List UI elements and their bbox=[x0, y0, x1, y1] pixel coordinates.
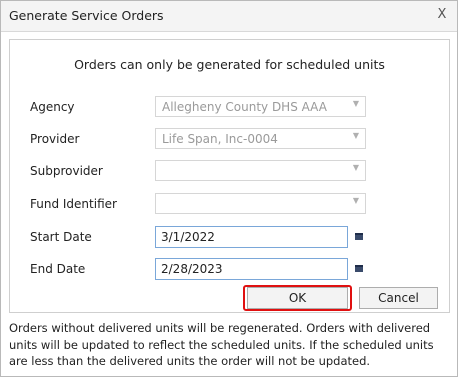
calendar-icon bbox=[354, 233, 363, 240]
agency-label: Agency bbox=[30, 100, 75, 114]
subprovider-select[interactable]: ▼ bbox=[155, 160, 366, 181]
start-date-calendar-button[interactable] bbox=[349, 226, 368, 248]
regeneration-info-text: Orders without delivered units will be r… bbox=[9, 321, 434, 368]
chevron-down-icon: ▼ bbox=[352, 131, 359, 140]
agency-value: Allegheny County DHS AAA bbox=[162, 100, 327, 114]
provider-select[interactable]: Life Span, Inc-0004 ▼ bbox=[155, 128, 366, 149]
calendar-icon bbox=[354, 265, 363, 272]
end-date-input[interactable]: 2/28/2023 bbox=[155, 258, 348, 280]
start-date-value: 3/1/2022 bbox=[161, 230, 215, 244]
cancel-button[interactable]: Cancel bbox=[359, 287, 438, 309]
provider-value: Life Span, Inc-0004 bbox=[162, 132, 278, 146]
start-date-label: Start Date bbox=[30, 230, 92, 244]
dialog-title: Generate Service Orders bbox=[9, 8, 164, 23]
agency-select[interactable]: Allegheny County DHS AAA ▼ bbox=[155, 96, 366, 117]
provider-label: Provider bbox=[30, 132, 80, 146]
fund-identifier-label: Fund Identifier bbox=[30, 197, 117, 211]
form-panel: Orders can only be generated for schedul… bbox=[9, 39, 450, 313]
end-date-label: End Date bbox=[30, 262, 86, 276]
chevron-down-icon: ▼ bbox=[352, 163, 359, 172]
dialog-titlebar: Generate Service Orders X bbox=[1, 1, 457, 32]
scheduled-units-notice: Orders can only be generated for schedul… bbox=[74, 57, 385, 72]
close-icon[interactable]: X bbox=[433, 5, 451, 25]
chevron-down-icon: ▼ bbox=[352, 99, 359, 108]
ok-button[interactable]: OK bbox=[247, 287, 348, 309]
fund-identifier-select[interactable]: ▼ bbox=[155, 193, 366, 214]
end-date-calendar-button[interactable] bbox=[349, 258, 368, 280]
subprovider-label: Subprovider bbox=[30, 164, 103, 178]
start-date-input[interactable]: 3/1/2022 bbox=[155, 226, 348, 248]
chevron-down-icon: ▼ bbox=[352, 196, 359, 205]
end-date-value: 2/28/2023 bbox=[161, 262, 223, 276]
generate-service-orders-dialog: Generate Service Orders X Orders can onl… bbox=[0, 0, 458, 377]
